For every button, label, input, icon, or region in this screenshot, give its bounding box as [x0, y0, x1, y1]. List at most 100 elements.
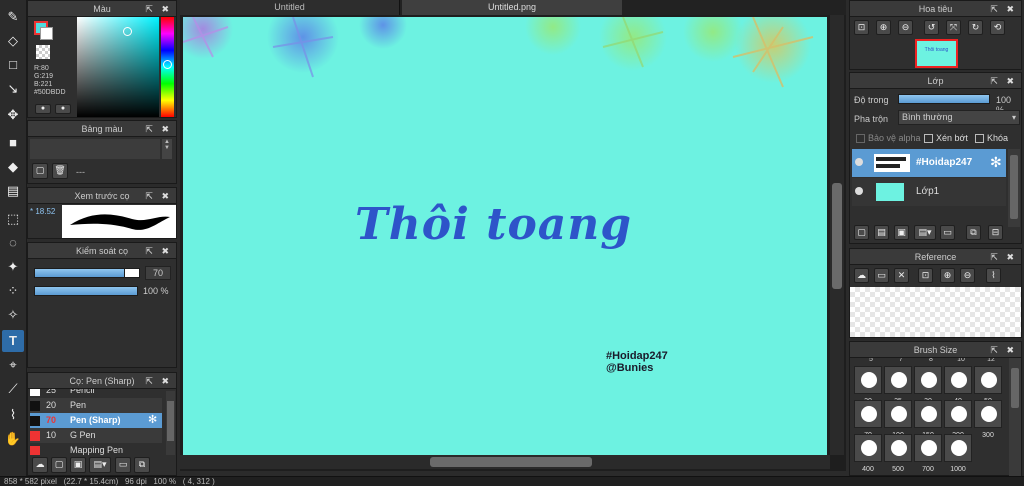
reference-open-button[interactable]: ▭ — [874, 268, 889, 283]
brush-list-scrollbar[interactable] — [166, 391, 175, 455]
lasso-tool-icon[interactable]: ◌ — [2, 232, 24, 254]
dot-brush-tool-icon[interactable]: ↘ — [2, 78, 24, 100]
brush-list-item-selected[interactable]: 70 Pen (Sharp) ✻ — [30, 413, 162, 428]
brush-size-option[interactable]: 20 — [854, 366, 882, 405]
eraser-tool-icon[interactable]: ◇ — [2, 30, 24, 52]
brush-size-option[interactable]: 70 — [854, 400, 882, 439]
brush-size-option[interactable]: 400 — [854, 434, 882, 473]
brush-size-option[interactable]: 300 — [974, 400, 1002, 439]
brush-duplicate-button[interactable]: ⧉ — [134, 457, 150, 473]
rotate-left-button[interactable]: ↺ — [924, 20, 939, 35]
panel-controls-icon[interactable]: ⇱ ✖ — [990, 342, 1017, 358]
canvas[interactable]: Thôi toang #Hoidap247 @Bunies — [183, 17, 827, 455]
panel-controls-icon[interactable]: ⇱ ✖ — [990, 249, 1017, 265]
gradient-tool-icon[interactable]: ▤ — [2, 180, 24, 202]
bucket-tool-icon[interactable]: ◆ — [2, 156, 24, 178]
navigator-thumbnail[interactable]: Thôi toang — [915, 39, 958, 68]
brush-folder-button[interactable]: ▭ — [115, 457, 131, 473]
brush-size-option[interactable]: 30 — [914, 366, 942, 405]
panel-controls-icon[interactable]: ⇱ ✖ — [145, 121, 172, 137]
reference-close-button[interactable]: ✕ — [894, 268, 909, 283]
panel-controls-icon[interactable]: ⇱ ✖ — [145, 373, 172, 389]
brush-opacity-slider[interactable] — [34, 286, 138, 296]
brush-size-option[interactable]: 50 — [974, 366, 1002, 405]
brush-size-option[interactable]: 25 — [884, 366, 912, 405]
new-layer-button[interactable]: ▢ — [854, 225, 869, 240]
brush-list-item[interactable]: 25 Pencil — [30, 389, 162, 398]
color-picker-cursor[interactable] — [123, 27, 132, 36]
brush-new-button[interactable]: ▢ — [51, 457, 67, 473]
color-swap-button[interactable]: ● — [55, 104, 71, 114]
layers-scrollbar[interactable] — [1008, 149, 1020, 227]
fit-window-button[interactable]: ⤧ — [946, 20, 961, 35]
new-layer-copy-button[interactable]: ▣ — [894, 225, 909, 240]
move-tool-icon[interactable]: ✥ — [2, 104, 24, 126]
fill-rect-tool-icon[interactable]: ■ — [2, 132, 24, 154]
saturation-value-square[interactable] — [77, 17, 159, 117]
divide-tool-icon[interactable]: ⟋ — [2, 378, 24, 400]
brush-cloud-button[interactable]: ☁ — [32, 457, 48, 473]
rotate-right-button[interactable]: ↻ — [968, 20, 983, 35]
reference-zoom-fit-button[interactable]: ⊡ — [918, 268, 933, 283]
layer-opacity-slider[interactable] — [898, 94, 990, 104]
layer-visibility-icon[interactable] — [855, 158, 863, 166]
delete-palette-button[interactable]: 🗑 — [52, 163, 68, 179]
palette-area[interactable] — [30, 139, 160, 159]
tab-untitled[interactable]: Untitled — [180, 0, 400, 15]
vertical-scroll-thumb[interactable] — [832, 183, 842, 289]
new-halftone-layer-button[interactable]: ▤ — [874, 225, 889, 240]
brush-size-slider[interactable] — [34, 268, 125, 278]
tab-untitled-png[interactable]: Untitled.png — [402, 0, 622, 15]
zoom-fit-button[interactable]: ⊡ — [854, 20, 869, 35]
canvas-title-text[interactable]: Thôi toang — [355, 199, 632, 250]
layer-folder-button[interactable]: ▭ — [940, 225, 955, 240]
brush-size-option[interactable]: 700 — [914, 434, 942, 473]
hue-slider[interactable] — [161, 17, 174, 117]
color-mode-button[interactable]: ● — [35, 104, 51, 114]
transparent-swatch[interactable] — [36, 45, 50, 59]
horizontal-scroll-thumb[interactable] — [430, 457, 592, 467]
horizontal-scrollbar[interactable] — [180, 455, 830, 469]
brush-copy-button[interactable]: ▣ — [70, 457, 86, 473]
text-tool-icon[interactable]: T — [2, 330, 24, 352]
brush-size-option[interactable]: 200 — [944, 400, 972, 439]
new-palette-button[interactable]: ▢ — [32, 163, 48, 179]
rect-select-tool-icon[interactable]: □ — [2, 54, 24, 76]
brush-list-item[interactable]: 20 Pen — [30, 398, 162, 413]
panel-controls-icon[interactable]: ⇱ ✖ — [145, 243, 172, 259]
brush-size-option[interactable]: 150 — [914, 400, 942, 439]
blend-mode-select[interactable]: Bình thường ▾ — [898, 110, 1020, 125]
layer-item-selected[interactable]: #Hoidap247 ✻ — [852, 149, 1006, 177]
reference-canvas[interactable] — [850, 287, 1021, 337]
select-eraser-tool-icon[interactable]: ✧ — [2, 304, 24, 326]
reference-zoom-in-button[interactable]: ⊕ — [940, 268, 955, 283]
secondary-color-swatch[interactable] — [40, 27, 53, 40]
panel-controls-icon[interactable]: ⇱ ✖ — [990, 1, 1017, 17]
layer-add-menu-button[interactable]: ▤▾ — [914, 225, 936, 240]
vertical-scrollbar[interactable] — [830, 15, 844, 455]
panel-controls-icon[interactable]: ⇱ ✖ — [990, 73, 1017, 89]
brush-settings-icon[interactable]: ✻ — [148, 413, 157, 428]
hand-tool-icon[interactable]: ✋ — [2, 428, 24, 450]
layer-merge-button[interactable]: ⊟ — [988, 225, 1003, 240]
layer-duplicate-button[interactable]: ⧉ — [966, 225, 981, 240]
brush-list-item[interactable]: 10 G Pen — [30, 428, 162, 443]
select-pen-tool-icon[interactable]: ⁘ — [2, 280, 24, 302]
clip-checkbox[interactable]: Xén bớt — [924, 133, 968, 144]
brush-size-option[interactable]: 500 — [884, 434, 912, 473]
palette-scroll[interactable]: ▲ ▼ — [162, 139, 172, 159]
layer-item[interactable]: Lớp1 — [852, 178, 1006, 206]
panel-controls-icon[interactable]: ⇱ ✖ — [145, 188, 172, 204]
protect-alpha-checkbox[interactable]: Bảo vệ alpha — [856, 133, 921, 144]
reset-view-button[interactable]: ⟲ — [990, 20, 1005, 35]
eyedropper-tool-icon[interactable]: ⌇ — [2, 404, 24, 426]
brush-size-option[interactable]: 40 — [944, 366, 972, 405]
brush-size-option[interactable]: 100 — [884, 400, 912, 439]
reference-cloud-button[interactable]: ☁ — [854, 268, 869, 283]
operation-tool-icon[interactable]: ⌖ — [2, 354, 24, 376]
reference-eyedropper-button[interactable]: ⌇ — [986, 268, 1001, 283]
brush-size-scrollbar[interactable] — [1009, 358, 1021, 476]
layer-visibility-icon[interactable] — [855, 187, 863, 195]
brush-size-value[interactable]: 70 — [145, 266, 171, 280]
zoom-out-button[interactable]: ⊖ — [898, 20, 913, 35]
